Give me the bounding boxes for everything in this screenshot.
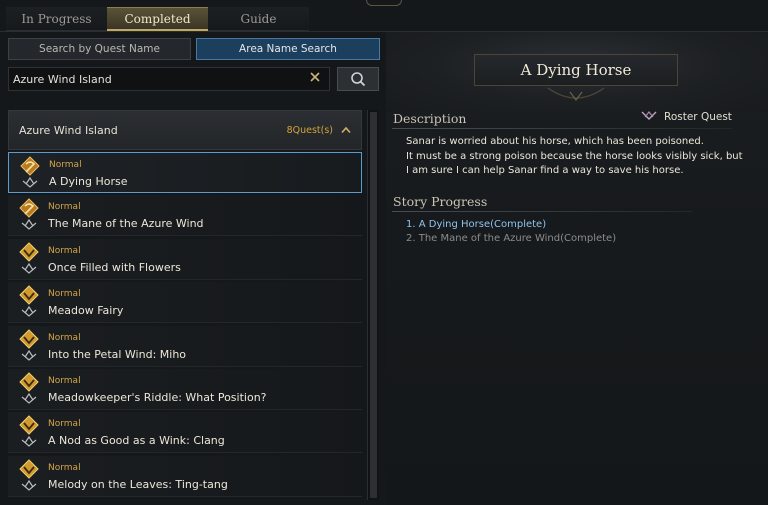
quest-name: Meadowkeeper's Riddle: What Position? [48, 390, 267, 404]
description-line: Sanar is worried about his horse, which … [406, 136, 704, 147]
description-divider [392, 128, 732, 129]
normal-quest-icon [19, 415, 39, 448]
description-line: It must be a strong poison because the h… [406, 150, 743, 162]
story-progress-divider [392, 211, 692, 212]
area-quest-count: 8Quest(s) [286, 124, 333, 136]
quest-name: Melody on the Leaves: Ting-tang [48, 477, 228, 491]
quest-description: Sanar is worried about his horse, which … [406, 135, 756, 179]
description-heading: Description [393, 111, 467, 126]
quest-row-a-nod-as-good-as-a-wink-clang[interactable]: Normal A Nod as Good as a Wink: Clang [8, 412, 362, 454]
quest-list-scrollbar[interactable] [367, 110, 379, 500]
story-progress-list: 1. A Dying Horse(Complete) 2. The Mane o… [406, 218, 616, 246]
quest-name: A Nod as Good as a Wink: Clang [48, 434, 225, 448]
tab-in-progress[interactable]: In Progress [6, 7, 107, 31]
quest-name: A Dying Horse [49, 175, 128, 188]
story-progress-item: 1. A Dying Horse(Complete) [406, 219, 547, 230]
quest-list-panel: Azure Wind Island 8Quest(s) Normal A Dyi… [8, 110, 362, 500]
quest-row-meadow-fairy[interactable]: Normal Meadow Fairy [8, 282, 362, 324]
story-progress-heading: Story Progress [393, 194, 488, 209]
quest-row-once-filled-with-flowers[interactable]: Normal Once Filled with Flowers [8, 238, 362, 280]
quest-type-label: Normal [48, 202, 81, 213]
top-ornament [366, 0, 402, 6]
quest-name: Meadow Fairy [48, 304, 124, 318]
scrollbar-thumb[interactable] [370, 112, 377, 498]
search-by-quest-name-button[interactable]: Search by Quest Name [8, 38, 191, 60]
search-input[interactable]: Azure Wind Island [8, 67, 330, 91]
normal-quest-icon [19, 285, 39, 317]
quest-type-label: Normal [48, 332, 81, 343]
normal-quest-icon [19, 328, 39, 361]
x-icon[interactable] [305, 71, 325, 87]
quest-name: The Mane of the Azure Wind [48, 217, 204, 231]
story-progress-item: 2. The Mane of the Azure Wind(Complete) [406, 233, 617, 244]
roster-quest-icon [19, 198, 39, 231]
quest-detail-panel: A Dying Horse Description Roster Quest S… [386, 32, 768, 505]
quest-type-label: Normal [48, 462, 81, 473]
area-group-title: Azure Wind Island [19, 123, 118, 137]
tab-completed[interactable]: Completed [107, 7, 208, 31]
quest-title: A Dying Horse [520, 61, 632, 79]
quest-row-a-dying-horse[interactable]: Normal A Dying Horse [8, 152, 362, 193]
quest-journal-window: In Progress Completed Guide Search by Qu… [0, 0, 768, 505]
detail-banner: A Dying Horse [386, 32, 768, 112]
quest-row-melody-on-the-leaves-ting-tang[interactable]: Normal Melody on the Leaves: Ting-tang [8, 455, 362, 497]
roster-quest-badge-icon [641, 111, 657, 120]
roster-quest-icon [20, 156, 40, 188]
quest-type-label: Normal [48, 289, 81, 300]
quest-type-label: Normal [48, 245, 81, 256]
quest-type-label: Normal [48, 375, 81, 386]
quest-name: Into the Petal Wind: Miho [48, 347, 187, 361]
quest-title-plate: A Dying Horse [474, 54, 678, 86]
quest-row-meadowkeepers-riddle[interactable]: Normal Meadowkeeper's Riddle: What Posit… [8, 368, 362, 410]
quest-list: Normal A Dying Horse Normal The Mane of … [8, 152, 362, 499]
normal-quest-icon [19, 372, 39, 404]
search-submit-button[interactable] [337, 67, 379, 91]
area-name-search-button[interactable]: Area Name Search [196, 38, 380, 60]
quest-name: Once Filled with Flowers [48, 260, 181, 274]
normal-quest-icon [19, 242, 39, 274]
quest-type-label: Normal [49, 160, 82, 170]
quest-type-label: Normal [48, 419, 81, 430]
description-line: I am sure I can help Sanar find a way to… [406, 165, 684, 176]
search-input-value[interactable]: Azure Wind Island [13, 73, 305, 86]
roster-quest-label: Roster Quest [664, 111, 732, 123]
search-icon [351, 72, 366, 87]
quest-row-the-mane-of-the-azure-wind[interactable]: Normal The Mane of the Azure Wind [8, 195, 362, 237]
normal-quest-icon [19, 459, 39, 491]
journal-tabs: In Progress Completed Guide [6, 7, 309, 31]
area-group-header[interactable]: Azure Wind Island 8Quest(s) [8, 110, 362, 150]
chevron-up-icon[interactable] [341, 125, 351, 135]
quest-row-into-the-petal-wind-miho[interactable]: Normal Into the Petal Wind: Miho [8, 325, 362, 367]
ornament-icon [547, 87, 605, 101]
tab-guide[interactable]: Guide [208, 7, 309, 31]
